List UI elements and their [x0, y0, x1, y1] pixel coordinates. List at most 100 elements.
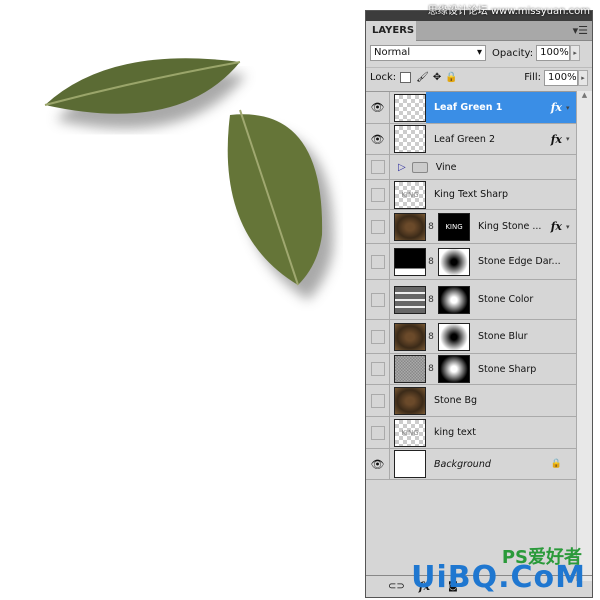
chain-link-icon[interactable]: 8 — [426, 222, 436, 232]
visibility-toggle[interactable] — [366, 354, 390, 384]
visibility-toggle[interactable] — [366, 280, 390, 319]
visibility-toggle[interactable] — [366, 320, 390, 353]
lock-all-icon[interactable]: 🔒 — [445, 72, 457, 83]
watermark-bottom: UiBQ.CoM — [411, 560, 586, 595]
fill-label: Fill: — [524, 72, 541, 83]
visibility-empty-box — [370, 393, 385, 408]
visibility-toggle[interactable]: 👁 — [366, 92, 390, 123]
visibility-toggle[interactable] — [366, 244, 390, 279]
layer-row[interactable]: 8 Stone Edge Dar... — [366, 244, 576, 280]
chain-link-icon[interactable]: 8 — [426, 332, 436, 342]
layer-thumbnail — [394, 386, 426, 415]
layer-row[interactable]: 👁 Leaf Green 2 fx ▾ — [366, 124, 576, 155]
lock-move-icon[interactable]: ✥ — [433, 72, 441, 83]
chain-link-icon[interactable]: 8 — [426, 257, 436, 267]
layer-name[interactable]: Stone Sharp — [478, 364, 576, 375]
layers-panel: 思缘设计论坛 www.missyuan.com LAYERS ▾☰ Normal… — [365, 6, 593, 598]
visibility-toggle[interactable] — [366, 155, 390, 179]
visibility-toggle[interactable] — [366, 385, 390, 416]
expand-triangle-icon[interactable]: ▷ — [398, 162, 406, 173]
layer-name[interactable]: Stone Blur — [478, 331, 576, 342]
layer-row[interactable]: 8 KING King Stone ... fx ▾ — [366, 210, 576, 244]
layer-name[interactable]: Stone Color — [478, 294, 576, 305]
layer-name[interactable]: Leaf Green 2 — [434, 134, 551, 145]
fx-icon[interactable]: fx — [551, 133, 562, 146]
blend-mode-select[interactable]: Normal ▾ — [370, 45, 486, 61]
expand-effects-icon[interactable]: ▾ — [566, 223, 576, 231]
visibility-toggle[interactable] — [366, 180, 390, 209]
visibility-empty-box — [370, 187, 385, 202]
layer-row[interactable]: 8 Stone Color — [366, 280, 576, 320]
mask-thumbnail[interactable] — [438, 285, 470, 314]
visibility-toggle[interactable] — [366, 210, 390, 243]
scrollbar[interactable]: ▲ — [576, 91, 592, 581]
layer-name[interactable]: Stone Bg — [434, 395, 576, 406]
blend-mode-value: Normal — [374, 47, 411, 58]
layer-thumbnail — [394, 285, 426, 314]
visibility-toggle[interactable]: 👁 — [366, 449, 390, 479]
link-icon[interactable]: ⊂⊃ — [388, 581, 405, 592]
fill-slider-button[interactable]: ▸ — [578, 69, 588, 86]
leaves-artwork — [44, 58, 334, 300]
layer-thumbnail — [394, 212, 426, 241]
layer-thumbnail — [394, 93, 426, 122]
fx-icon[interactable]: fx — [551, 101, 562, 114]
layer-name[interactable]: Background — [434, 459, 551, 470]
layer-thumbnail — [394, 125, 426, 153]
layer-thumbnail — [394, 355, 426, 383]
layer-name[interactable]: King Stone ... — [478, 221, 551, 232]
layer-name[interactable]: Vine — [436, 162, 576, 173]
visibility-empty-box — [370, 425, 385, 440]
panel-titlebar[interactable]: 思缘设计论坛 www.missyuan.com — [366, 6, 592, 21]
chain-link-icon[interactable]: 8 — [426, 364, 436, 374]
visibility-empty-box — [370, 160, 385, 174]
lock-brush-icon[interactable]: 🖌 — [416, 72, 429, 83]
layers-list: 👁 Leaf Green 1 fx ▾ 👁 Leaf Green 2 fx ▾ ▷ Vine KIN… — [366, 91, 576, 481]
layer-thumbnail — [394, 322, 426, 351]
layer-name[interactable]: Stone Edge Dar... — [478, 256, 576, 267]
mask-thumbnail[interactable] — [438, 355, 470, 383]
layer-thumbnail: KING — [394, 180, 426, 209]
lock-transparency-icon[interactable] — [400, 72, 412, 83]
visibility-empty-box — [370, 254, 385, 269]
watermark-top: 思缘设计论坛 www.missyuan.com — [427, 6, 590, 17]
visibility-empty-box — [370, 329, 385, 344]
layer-name[interactable]: king text — [434, 427, 576, 438]
chain-link-icon[interactable]: 8 — [426, 295, 436, 305]
opacity-label: Opacity: — [492, 47, 534, 59]
mask-thumbnail[interactable]: KING — [438, 212, 470, 241]
layer-thumbnail — [394, 450, 426, 478]
layer-thumbnail — [394, 247, 426, 276]
lock-label: Lock: — [370, 72, 397, 83]
layer-row[interactable]: 👁 Background 🔒 — [366, 449, 576, 480]
layer-row[interactable]: KING king text — [366, 417, 576, 449]
layer-name[interactable]: King Text Sharp — [434, 189, 576, 200]
folder-icon — [411, 161, 428, 173]
lock-icon: 🔒 — [550, 459, 562, 469]
visibility-toggle[interactable] — [366, 417, 390, 448]
layer-row[interactable]: ▷ Vine — [366, 155, 576, 180]
layer-row[interactable]: 8 Stone Sharp — [366, 354, 576, 385]
opacity-slider-button[interactable]: ▸ — [570, 45, 581, 61]
panel-menu-icon[interactable]: ▾☰ — [573, 24, 588, 37]
eye-icon: 👁 — [370, 101, 385, 114]
eye-icon: 👁 — [370, 457, 385, 471]
opacity-input[interactable]: 100% — [536, 45, 571, 61]
layer-row[interactable]: 👁 Leaf Green 1 fx ▾ — [366, 92, 576, 124]
visibility-toggle[interactable]: 👁 — [366, 124, 390, 154]
expand-effects-icon[interactable]: ▾ — [566, 104, 576, 112]
fill-input[interactable]: 100% — [544, 69, 578, 86]
fx-icon[interactable]: fx — [551, 220, 562, 233]
layer-name[interactable]: Leaf Green 1 — [434, 102, 551, 113]
layer-row[interactable]: Stone Bg — [366, 385, 576, 417]
tab-layers[interactable]: LAYERS — [366, 21, 416, 41]
expand-effects-icon[interactable]: ▾ — [566, 135, 576, 143]
layer-thumbnail: KING — [394, 418, 426, 447]
visibility-empty-box — [370, 292, 385, 307]
mask-thumbnail[interactable] — [438, 247, 470, 276]
layer-row[interactable]: KING King Text Sharp — [366, 180, 576, 210]
mask-thumbnail[interactable] — [438, 322, 470, 351]
layer-row[interactable]: 8 Stone Blur — [366, 320, 576, 354]
chevron-down-icon: ▾ — [476, 47, 482, 58]
eye-icon: 👁 — [370, 132, 385, 146]
